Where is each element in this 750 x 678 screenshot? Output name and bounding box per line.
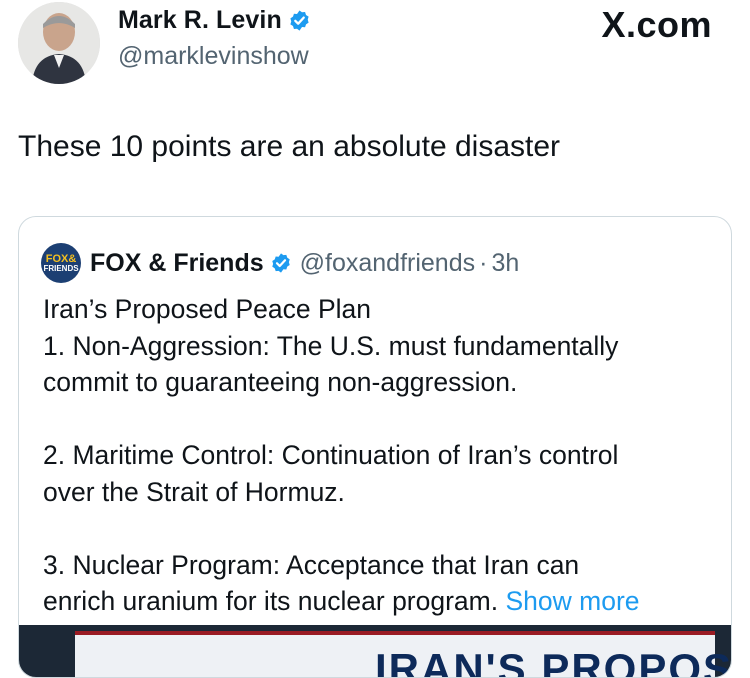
verified-badge-icon [290,10,309,31]
quoted-tweet-time[interactable]: 3h [491,249,519,278]
header-separator: · [479,248,488,277]
body-line: Iran’s Proposed Peace Plan [43,294,372,324]
quoted-author-handle[interactable]: @foxandfriends [300,249,475,278]
body-line-last: enrich uranium for its nuclear program. … [43,583,713,620]
tweet-text: These 10 points are an absolute disaster [18,130,561,163]
body-line: commit to guaranteeing non-aggression. [43,367,518,397]
fox-friends-avatar[interactable]: FOX& FRIENDS [41,243,81,283]
body-line: 1. Non-Aggression: The U.S. must fundame… [43,330,619,361]
quoted-author-name[interactable]: FOX & Friends [90,249,264,278]
x-brand-label: X.com [601,4,712,45]
avatar-logo-text-top: FOX& [45,252,77,265]
quoted-media-image[interactable]: IRAN'S PROPOSED [19,625,731,677]
media-banner: IRAN'S PROPOSED [75,631,731,677]
author-name[interactable]: Mark R. Levin [118,6,282,35]
body-line-text: enrich uranium for its nuclear program. [43,586,499,616]
author-avatar[interactable] [18,2,100,84]
media-caption: IRAN'S PROPOSED [375,645,732,678]
quoted-tweet-header: FOX& FRIENDS FOX & Friends @foxandfriend… [41,243,519,283]
body-line: over the Strait of Hormuz. [43,476,345,507]
show-more-link[interactable]: Show more [505,586,639,616]
author-name-row: Mark R. Levin [118,6,311,35]
body-line: 3. Nuclear Program: Acceptance that Iran… [43,549,580,580]
body-line: 2. Maritime Control: Continuation of Ira… [43,440,619,470]
author-photo [18,2,100,84]
quoted-tweet-card[interactable]: FOX& FRIENDS FOX & Friends @foxandfriend… [18,216,732,678]
verified-badge-icon [271,253,290,273]
quoted-tweet-body: Iran’s Proposed Peace Plan 1. Non-Aggres… [43,291,713,620]
avatar-logo-text-bottom: FRIENDS [43,263,79,273]
author-handle[interactable]: @marklevinshow [118,42,309,71]
